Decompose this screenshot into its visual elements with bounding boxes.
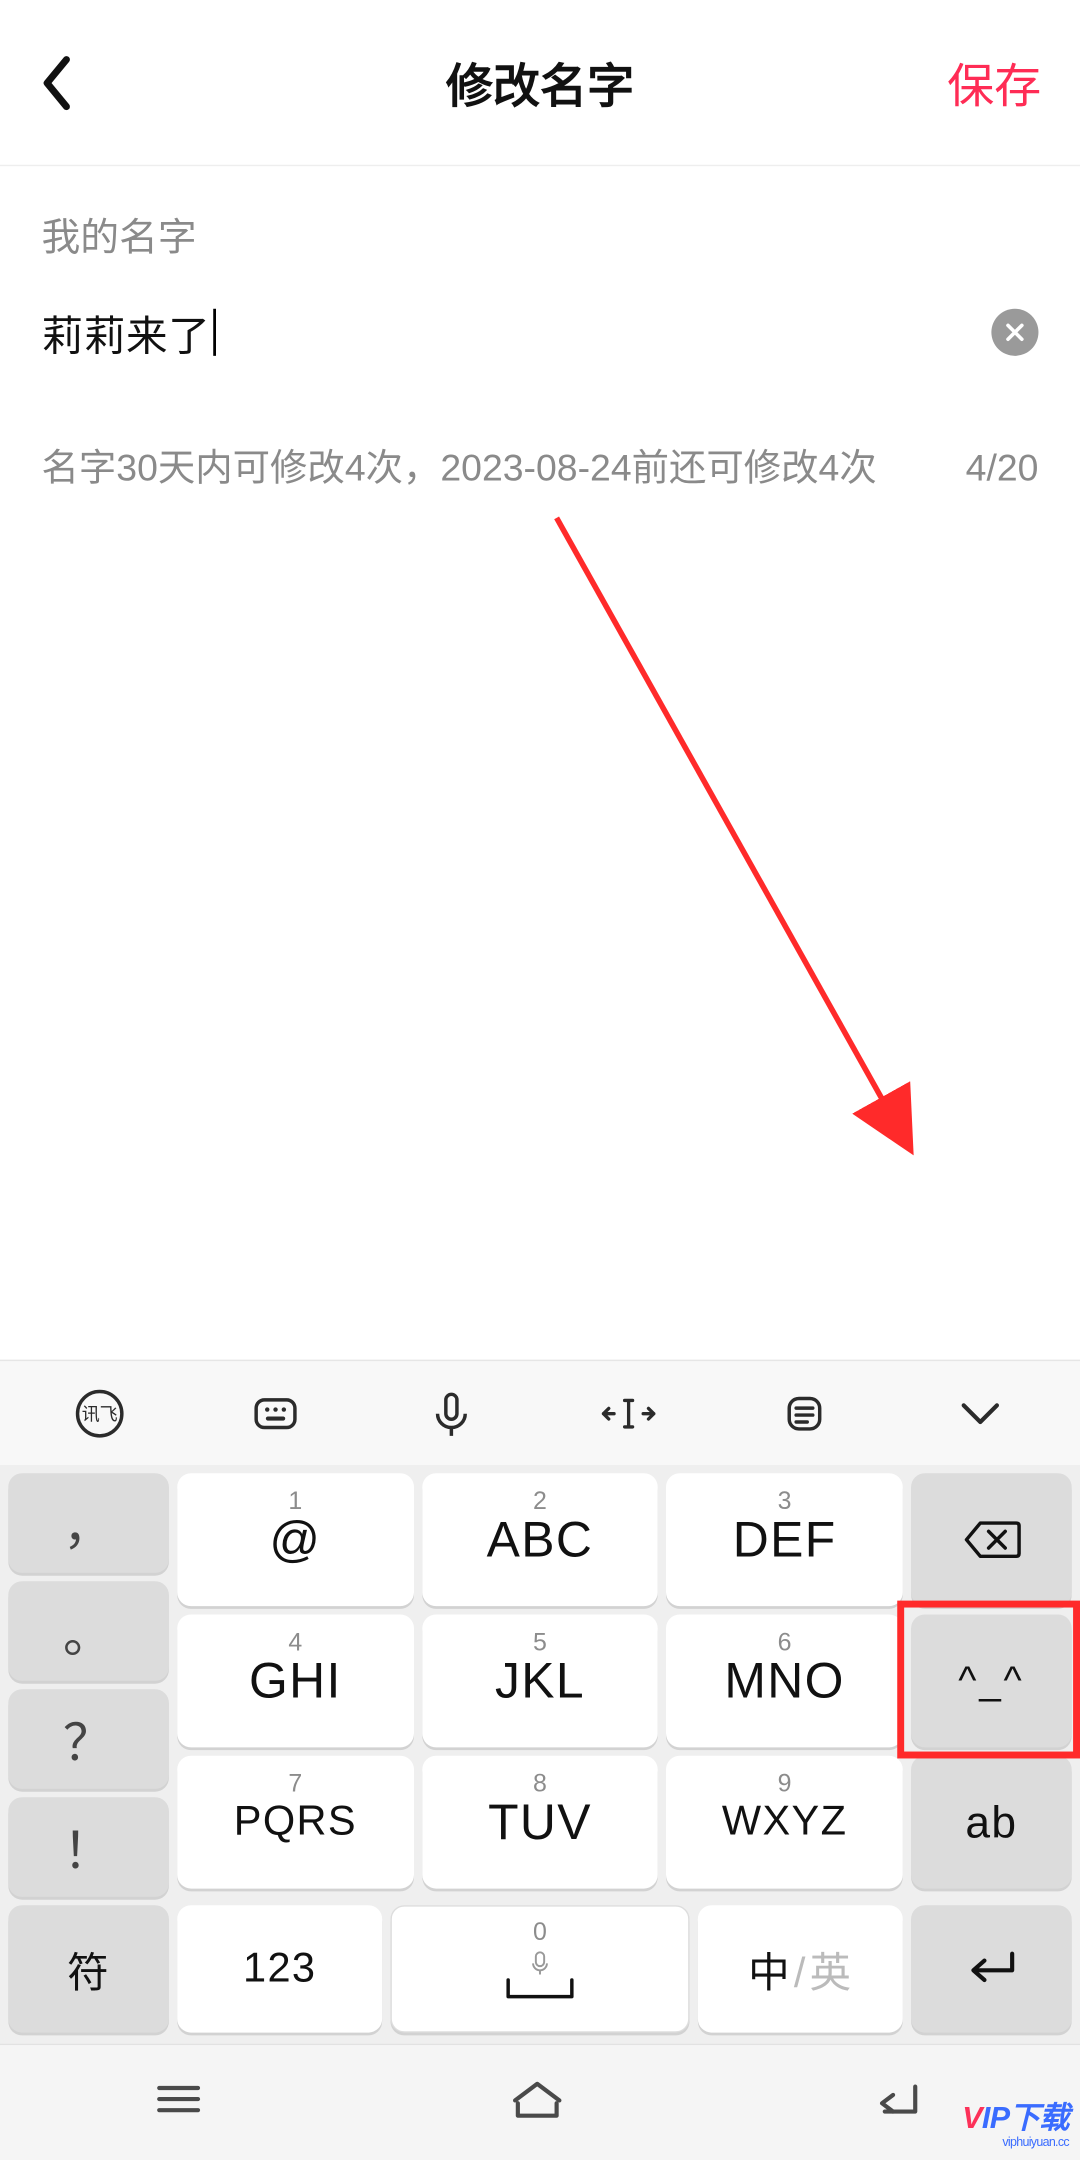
nav-recents[interactable] (150, 2078, 205, 2126)
key-6-mno[interactable]: 6MNO (666, 1614, 902, 1747)
key-exclaim[interactable]: ！ (8, 1797, 169, 1897)
field-label: 我的名字 (42, 208, 1039, 263)
key-8-tuv[interactable]: 8TUV (422, 1756, 658, 1889)
key-ab[interactable]: ab (911, 1756, 1072, 1889)
key-123[interactable]: 123 (177, 1905, 382, 2032)
watermark: VIP下载 viphuiyuan.cc (962, 2103, 1069, 2149)
annotation-arrow (532, 512, 934, 1163)
key-language-toggle[interactable]: 中/英 (698, 1905, 903, 2032)
key-comma[interactable]: ， (8, 1473, 169, 1573)
name-input-row: 莉莉来了 (42, 302, 1039, 399)
hint-row: 名字30天内可修改4次，2023-08-24前还可修改4次 4/20 (42, 438, 1039, 492)
name-input[interactable]: 莉莉来了 (42, 302, 216, 363)
save-button[interactable]: 保存 (947, 48, 1041, 116)
mic-icon (530, 1951, 549, 1976)
back-button[interactable] (39, 53, 78, 111)
keyboard-layout-icon[interactable] (245, 1383, 306, 1444)
key-4-ghi[interactable]: 4GHI (177, 1614, 413, 1747)
key-3-def[interactable]: 3DEF (666, 1473, 902, 1606)
name-form: 我的名字 莉莉来了 名字30天内可修改4次，2023-08-24前还可修改4次 … (0, 166, 1080, 491)
key-emoticon[interactable]: ^_^ (911, 1614, 1072, 1747)
func-column: ^_^ ab (911, 1473, 1072, 1897)
key-backspace[interactable] (911, 1473, 1072, 1606)
voice-input-icon[interactable] (421, 1383, 482, 1444)
nav-home[interactable] (507, 2076, 568, 2130)
svg-text:讯飞: 讯飞 (81, 1404, 117, 1424)
keyboard-bottom-row: 符 123 0 中/英 (0, 1905, 1080, 2043)
punct-column: ， 。 ？ ！ (8, 1473, 169, 1897)
name-input-value: 莉莉来了 (42, 302, 211, 363)
ime-keyboard: 讯飞 ， 。 ？ ！ 1@ 2ABC (0, 1360, 1080, 2160)
backspace-icon (961, 1518, 1022, 1562)
hint-text: 名字30天内可修改4次，2023-08-24前还可修改4次 (42, 438, 877, 492)
space-bar-icon (503, 1974, 578, 2004)
key-question[interactable]: ？ (8, 1689, 169, 1789)
key-2-abc[interactable]: 2ABC (422, 1473, 658, 1606)
watermark-text: 下载 (1009, 2100, 1069, 2135)
watermark-url: viphuiyuan.cc (1002, 2136, 1069, 2148)
clear-button[interactable] (991, 309, 1038, 356)
collapse-keyboard-icon[interactable] (950, 1383, 1011, 1444)
key-1-at[interactable]: 1@ (177, 1473, 413, 1606)
enter-icon (962, 1948, 1020, 1990)
nav-back[interactable] (869, 2076, 930, 2130)
keyboard-toolbar: 讯飞 (0, 1360, 1080, 1465)
xunfei-icon[interactable]: 讯飞 (69, 1383, 130, 1444)
key-symbols[interactable]: 符 (8, 1905, 169, 2032)
key-5-jkl[interactable]: 5JKL (422, 1614, 658, 1747)
key-7-pqrs[interactable]: 7PQRS (177, 1756, 413, 1889)
close-icon (1004, 321, 1026, 343)
header: 修改名字 保存 (0, 0, 1080, 166)
key-enter[interactable] (911, 1905, 1072, 2032)
char-counter: 4/20 (966, 447, 1039, 490)
key-space[interactable]: 0 (390, 1905, 689, 2032)
cursor-move-icon[interactable] (598, 1383, 659, 1444)
text-cursor (213, 309, 216, 356)
key-period[interactable]: 。 (8, 1581, 169, 1681)
key-9-wxyz[interactable]: 9WXYZ (666, 1756, 902, 1889)
system-nav-bar (0, 2044, 1080, 2160)
page-title: 修改名字 (446, 48, 634, 116)
clipboard-icon[interactable] (774, 1383, 835, 1444)
